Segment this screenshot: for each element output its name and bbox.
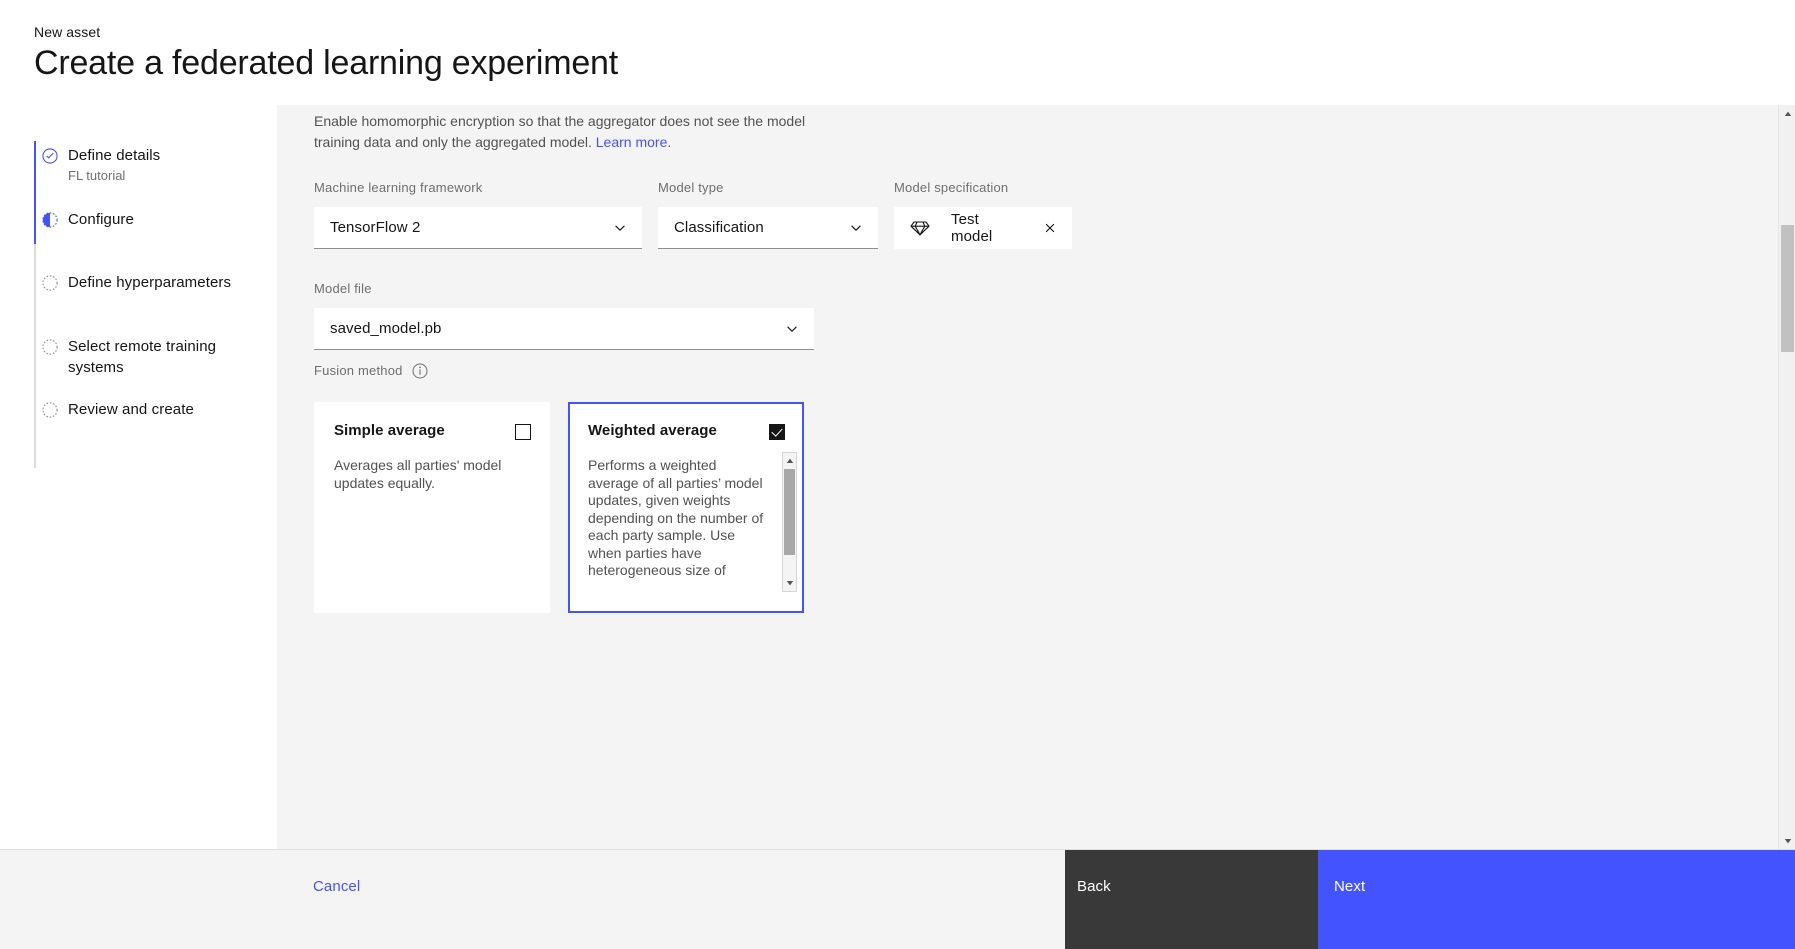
fusion-method-cards: Simple average Averages all parties' mod…: [314, 402, 804, 613]
next-button[interactable]: Next: [1318, 850, 1795, 949]
model-type-label: Model type: [658, 180, 724, 195]
fusion-card-checkbox[interactable]: [515, 424, 531, 440]
intro-period: .: [667, 134, 672, 150]
sidebar-item-define-hyperparameters[interactable]: Define hyperparameters: [0, 272, 247, 300]
page-scrollbar[interactable]: [1778, 105, 1795, 849]
fusion-method-label-row: Fusion method: [314, 362, 804, 379]
fusion-card-description: Averages all parties' model updates equa…: [334, 457, 502, 491]
framework-field: Machine learning framework TensorFlow 2: [314, 179, 642, 249]
page-scrollbar-thumb[interactable]: [1781, 225, 1794, 352]
fusion-card-checkbox[interactable]: [769, 424, 785, 440]
page-header: New asset Create a federated learning ex…: [0, 0, 1795, 105]
sidebar-item-define-details[interactable]: Define details FL tutorial: [0, 145, 176, 185]
fusion-method-label: Fusion method: [314, 363, 403, 378]
chevron-down-icon: [612, 220, 628, 236]
framework-value: TensorFlow 2: [330, 219, 421, 236]
model-file-value: saved_model.pb: [330, 320, 442, 337]
model-file-label: Model file: [314, 281, 372, 296]
scroll-down-arrow-icon[interactable]: [783, 576, 796, 590]
fusion-card-simple-average[interactable]: Simple average Averages all parties' mod…: [314, 402, 550, 613]
fusion-method-section: Fusion method Simple average Averages al…: [314, 362, 804, 613]
page-title: Create a federated learning experiment: [34, 44, 618, 82]
model-specification-field: Model specification Test model: [894, 179, 1072, 249]
model-file-select[interactable]: saved_model.pb: [314, 308, 814, 350]
sidebar-item-review-and-create[interactable]: Review and create: [0, 399, 210, 427]
fusion-card-weighted-average[interactable]: Weighted average Performs a weighted ave…: [568, 402, 804, 613]
sidebar-item-label: Review and create: [68, 401, 194, 418]
scroll-up-arrow-icon[interactable]: [783, 454, 796, 468]
dashed-circle-icon: [42, 339, 58, 355]
model-specification-label: Model specification: [894, 180, 1009, 195]
sidebar-item-label: Select remote training systems: [68, 338, 217, 376]
fusion-card-header: Simple average: [316, 404, 548, 440]
sidebar-item-label: Configure: [68, 211, 134, 228]
gem-icon: [910, 218, 930, 238]
dashed-circle-icon: [42, 275, 58, 291]
main-content: Enable homomorphic encryption so that th…: [277, 105, 1778, 849]
sidebar-item-label: Define details: [68, 147, 161, 164]
framework-label: Machine learning framework: [314, 180, 483, 195]
back-button[interactable]: Back: [1065, 850, 1318, 949]
model-specification-chip[interactable]: Test model: [894, 207, 1072, 249]
fusion-card-header: Weighted average: [570, 404, 802, 440]
model-type-value: Classification: [674, 219, 764, 236]
fusion-card-description: Performs a weighted average of all parti…: [588, 457, 764, 583]
create-federated-learning-experiment-page: New asset Create a federated learning ex…: [0, 0, 1795, 949]
sidebar-item-label: Define hyperparameters: [68, 274, 232, 291]
scrollbar-thumb[interactable]: [784, 469, 795, 555]
half-circle-icon: [42, 212, 58, 228]
model-type-field: Model type Classification: [658, 179, 878, 249]
sidebar-item-sublabel: FL tutorial: [68, 168, 126, 183]
chevron-down-icon: [848, 220, 864, 236]
model-type-select[interactable]: Classification: [658, 207, 878, 249]
dashed-circle-icon: [42, 402, 58, 418]
page-scroll-up-arrow-icon[interactable]: [1779, 105, 1795, 122]
model-file-field: Model file saved_model.pb: [314, 280, 814, 350]
model-specification-value: Test model: [951, 211, 993, 245]
intro-text: Enable homomorphic encryption so that th…: [314, 113, 806, 150]
learn-more-link[interactable]: Learn more: [596, 134, 668, 150]
fusion-card-title: Simple average: [334, 422, 445, 439]
breadcrumb: New asset: [34, 24, 101, 40]
page-scroll-down-arrow-icon[interactable]: [1779, 832, 1795, 849]
information-icon[interactable]: [412, 363, 428, 379]
close-icon[interactable]: [1042, 220, 1058, 236]
checkmark-circle-icon: [42, 148, 58, 164]
fusion-card-title: Weighted average: [588, 422, 717, 439]
action-bar: Cancel Back Next: [0, 849, 1795, 949]
framework-select[interactable]: TensorFlow 2: [314, 207, 642, 249]
sidebar-item-configure[interactable]: Configure: [0, 209, 150, 237]
fusion-card-scrollbar[interactable]: [782, 452, 797, 592]
intro-description: Enable homomorphic encryption so that th…: [314, 111, 814, 153]
chevron-down-icon: [784, 321, 800, 337]
progress-sidebar: Define details FL tutorial Configure Def…: [0, 105, 277, 949]
sidebar-item-select-remote-training-systems[interactable]: Select remote training systems: [0, 336, 234, 378]
cancel-button[interactable]: Cancel: [313, 850, 360, 949]
